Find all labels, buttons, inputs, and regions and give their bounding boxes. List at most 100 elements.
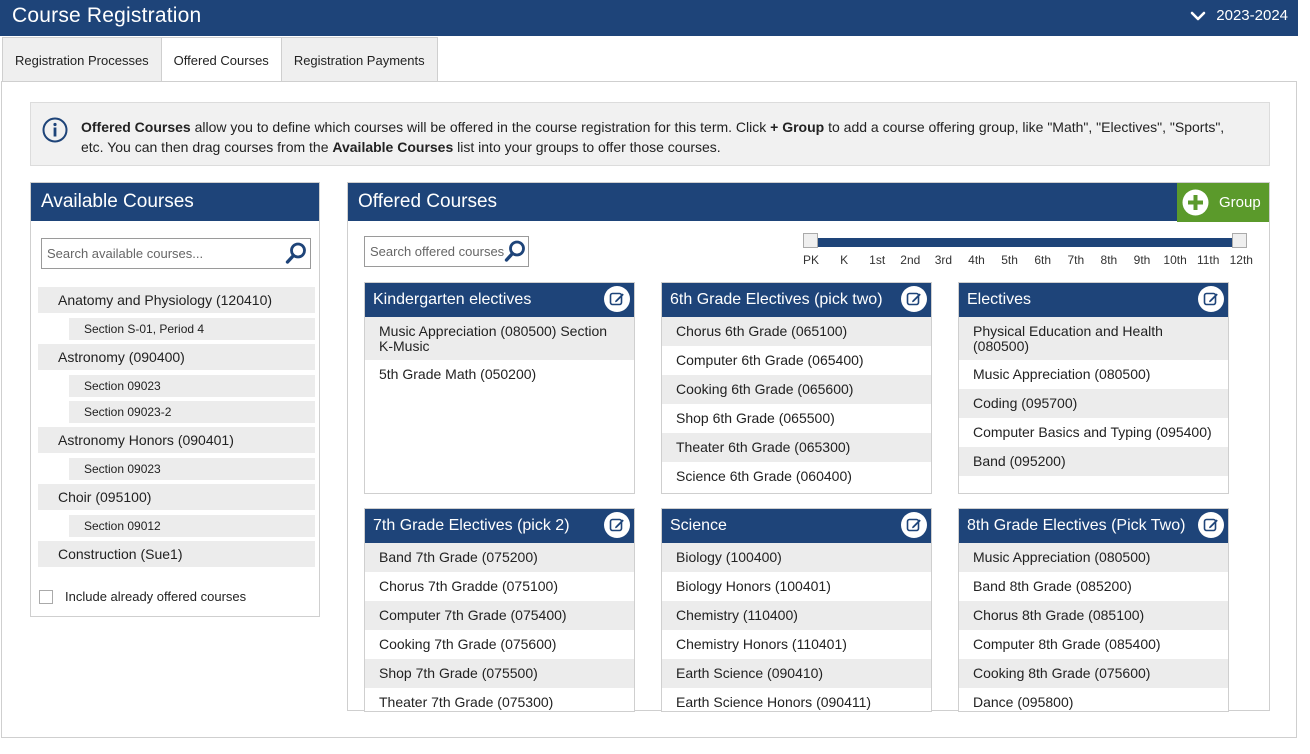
offered-course-item[interactable]: Dance (095800) bbox=[959, 688, 1228, 711]
offered-course-item[interactable]: Theater 7th Grade (075300) bbox=[365, 688, 634, 711]
offered-course-item[interactable]: Computer 8th Grade (085400) bbox=[959, 630, 1228, 659]
offered-course-item[interactable]: Shop 7th Grade (075500) bbox=[365, 659, 634, 688]
offered-course-item[interactable]: Theater 6th Grade (065300) bbox=[662, 433, 931, 462]
info-bold: + Group bbox=[770, 119, 825, 135]
offered-course-item[interactable]: Science 6th Grade (060400) bbox=[662, 462, 931, 491]
tab-registration-processes[interactable]: Registration Processes bbox=[2, 37, 162, 82]
info-text-part: allow you to define which courses will b… bbox=[190, 119, 771, 135]
offered-course-item[interactable]: Chorus 7th Gradde (075100) bbox=[365, 572, 634, 601]
course-group-items: Music Appreciation (080500) Band 8th Grad… bbox=[959, 543, 1228, 711]
available-course-item[interactable]: Anatomy and Physiology (120410) bbox=[38, 287, 315, 313]
offered-course-item[interactable]: Computer Basics and Typing (095400) bbox=[959, 418, 1228, 447]
offered-course-item[interactable]: Coding (095700) bbox=[959, 389, 1228, 418]
grade-label: 3rd bbox=[934, 253, 953, 267]
available-course-item[interactable]: Construction (Sue1) bbox=[38, 541, 315, 567]
course-group-header: 8th Grade Electives (Pick Two) bbox=[959, 509, 1228, 543]
grade-range-track[interactable] bbox=[809, 238, 1239, 247]
add-group-button[interactable]: Group bbox=[1177, 183, 1269, 222]
offered-course-item[interactable]: Cooking 6th Grade (065600) bbox=[662, 375, 931, 404]
info-icon bbox=[42, 117, 68, 143]
offered-course-item[interactable]: Music Appreciation (080500) bbox=[959, 543, 1228, 572]
course-group-card[interactable]: 6th Grade Electives (pick two) Chorus 6th… bbox=[661, 282, 932, 494]
offered-course-item[interactable]: Earth Science (090410) bbox=[662, 659, 931, 688]
info-text: Offered Courses allow you to define whic… bbox=[81, 119, 1224, 155]
include-offered-toggle[interactable]: Include already offered courses bbox=[39, 589, 246, 604]
available-course-item[interactable]: Astronomy (090400) bbox=[38, 344, 315, 370]
available-course-item[interactable]: Astronomy Honors (090401) bbox=[38, 427, 315, 453]
offered-course-item[interactable]: Chemistry Honors (110401) bbox=[662, 630, 931, 659]
grade-label: 4th bbox=[968, 253, 985, 267]
course-group-items: Music Appreciation (080500) Section K-Mu… bbox=[365, 317, 634, 389]
include-offered-label: Include already offered courses bbox=[65, 589, 247, 604]
course-group-card[interactable]: 7th Grade Electives (pick 2) Band 7th Gra… bbox=[364, 508, 635, 712]
course-group-items: Biology (100400) Biology Honors (100401) C… bbox=[662, 543, 931, 711]
offered-course-item[interactable]: Earth Science Honors (090411) bbox=[662, 688, 931, 711]
course-group-items: Physical Education and Health (080500) Mu… bbox=[959, 317, 1228, 476]
edit-group-button[interactable] bbox=[901, 286, 927, 312]
offered-course-item[interactable]: Music Appreciation (080500) Section K-Mu… bbox=[365, 317, 634, 360]
available-courses-panel: Available Courses Search available cours… bbox=[30, 182, 320, 617]
edit-icon bbox=[609, 292, 624, 306]
offered-course-item[interactable]: Chemistry (110400) bbox=[662, 601, 931, 630]
course-group-title: 8th Grade Electives (Pick Two) bbox=[967, 517, 1186, 534]
offered-course-item[interactable]: Cooking 7th Grade (075600) bbox=[365, 630, 634, 659]
year-selector[interactable]: 2023-2024 bbox=[1190, 7, 1288, 24]
edit-icon bbox=[1203, 292, 1218, 306]
course-group-title: Electives bbox=[967, 291, 1032, 308]
offered-course-item[interactable]: Cooking 8th Grade (075600) bbox=[959, 659, 1228, 688]
offered-search-input[interactable]: Search offered courses bbox=[364, 236, 529, 267]
offered-course-item[interactable]: Shop 6th Grade (065500) bbox=[662, 404, 931, 433]
info-text-part: list into your groups to offer those cou… bbox=[453, 139, 721, 155]
offered-course-item[interactable]: Band 7th Grade (075200) bbox=[365, 543, 634, 572]
available-section-item[interactable]: Section 09023-2 bbox=[69, 401, 315, 423]
offered-course-item[interactable]: Music Appreciation (080500) bbox=[959, 360, 1228, 389]
course-group-title: 6th Grade Electives (pick two) bbox=[670, 291, 883, 308]
offered-course-item[interactable]: Band 8th Grade (085200) bbox=[959, 572, 1228, 601]
grade-label: 9th bbox=[1133, 253, 1151, 267]
search-icon[interactable] bbox=[284, 241, 308, 265]
edit-group-button[interactable] bbox=[604, 286, 630, 312]
offered-course-item[interactable]: Computer 7th Grade (075400) bbox=[365, 601, 634, 630]
available-section-item[interactable]: Section S-01, Period 4 bbox=[69, 318, 315, 340]
include-offered-checkbox[interactable] bbox=[39, 589, 53, 604]
offered-course-item[interactable]: Chorus 6th Grade (065100) bbox=[662, 317, 931, 346]
offered-course-item[interactable]: Band (095200) bbox=[959, 447, 1228, 476]
grade-label: 7th bbox=[1067, 253, 1085, 267]
tab-offered-courses[interactable]: Offered Courses bbox=[160, 37, 282, 82]
course-group-header: Science bbox=[662, 509, 931, 543]
available-section-item[interactable]: Section 09023 bbox=[69, 458, 315, 480]
offered-course-item[interactable]: Computer 6th Grade (065400) bbox=[662, 346, 931, 375]
offered-course-item[interactable]: Chorus 8th Grade (085100) bbox=[959, 601, 1228, 630]
course-group-card[interactable]: Kindergarten electives Music Appreciation… bbox=[364, 282, 635, 494]
available-courses-list[interactable]: Anatomy and Physiology (120410) Section S… bbox=[38, 287, 315, 569]
available-section-item[interactable]: Section 09023 bbox=[69, 375, 315, 397]
available-course-item[interactable]: Choir (095100) bbox=[38, 484, 315, 510]
edit-group-button[interactable] bbox=[901, 512, 927, 538]
course-group-card[interactable]: 8th Grade Electives (Pick Two) Music Appr… bbox=[958, 508, 1229, 712]
offered-course-item[interactable]: Biology Honors (100401) bbox=[662, 572, 931, 601]
edit-group-button[interactable] bbox=[1198, 512, 1224, 538]
tab-bar: Registration Processes Offered Courses R… bbox=[2, 37, 438, 82]
course-group-title: Science bbox=[670, 517, 727, 534]
grade-label: 1st bbox=[869, 253, 886, 267]
info-box: Offered Courses allow you to define whic… bbox=[30, 102, 1270, 166]
info-bold: Offered Courses bbox=[81, 119, 191, 135]
offered-course-item[interactable]: Physical Education and Health (080500) bbox=[959, 317, 1228, 360]
edit-group-button[interactable] bbox=[604, 512, 630, 538]
app-header: Course Registration 2023-2024 bbox=[0, 0, 1298, 36]
grade-range-min-handle[interactable] bbox=[803, 233, 818, 248]
course-group-card[interactable]: Science Biology (100400) Biology Honors (1… bbox=[661, 508, 932, 712]
edit-group-button[interactable] bbox=[1198, 286, 1224, 312]
available-search-input[interactable]: Search available courses... bbox=[41, 238, 311, 269]
course-group-card[interactable]: Electives Physical Education and Health (… bbox=[958, 282, 1229, 494]
search-icon[interactable] bbox=[503, 239, 527, 263]
grade-range-max-handle[interactable] bbox=[1232, 233, 1247, 248]
grade-label: PK bbox=[802, 253, 819, 267]
offered-course-item[interactable]: 5th Grade Math (050200) bbox=[365, 360, 634, 389]
year-label: 2023-2024 bbox=[1216, 7, 1288, 24]
grade-label: 12th bbox=[1229, 253, 1253, 267]
grade-label: 10th bbox=[1163, 253, 1187, 267]
tab-registration-payments[interactable]: Registration Payments bbox=[280, 37, 438, 82]
offered-course-item[interactable]: Biology (100400) bbox=[662, 543, 931, 572]
available-section-item[interactable]: Section 09012 bbox=[69, 515, 315, 537]
